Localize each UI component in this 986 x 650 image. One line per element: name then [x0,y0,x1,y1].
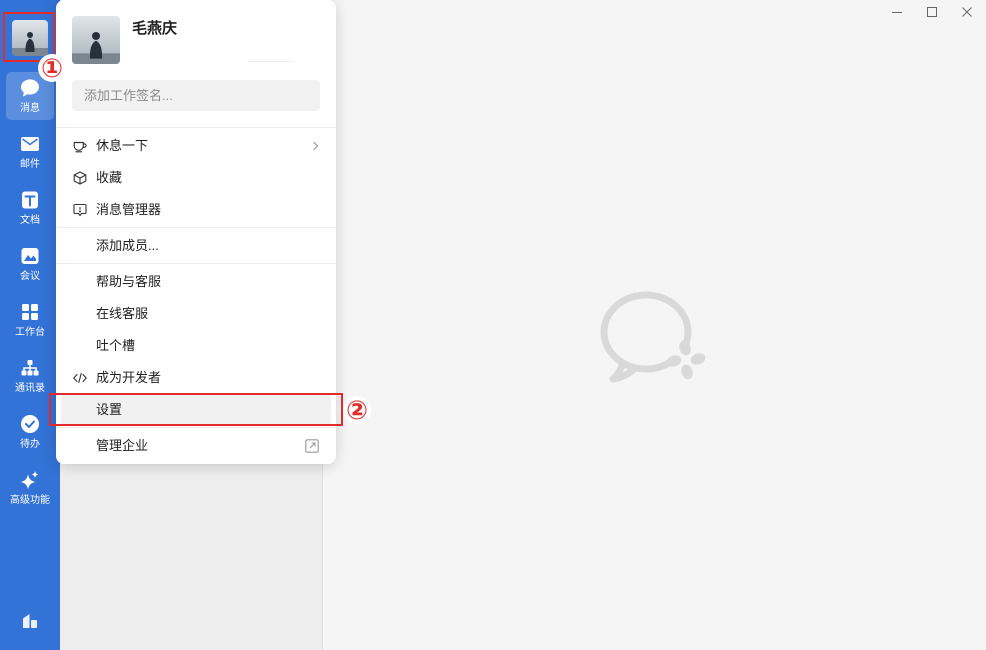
maximize-icon [927,7,937,17]
enterprise-icon[interactable] [20,610,40,630]
menu-item-message-manager[interactable]: 消息管理器 [61,194,331,226]
menu-item-feedback[interactable]: 吐个槽 [61,330,331,362]
menu-item-label: 设置 [96,402,123,417]
cube-icon [73,171,87,185]
sidebar-item-mail[interactable]: 邮件 [6,128,54,176]
sidebar-item-label: 消息 [20,103,40,114]
minimize-button[interactable] [882,0,912,24]
menu-item-label: 在线客服 [96,306,149,321]
menu-item-label: 吐个槽 [96,338,136,353]
profile-menu-list: 休息一下 收藏 消息管理器 添加成员... 帮助与客服 在线客服 吐个槽 成为开… [56,126,336,462]
menu-item-favorites[interactable]: 收藏 [61,162,331,194]
chevron-right-icon [312,141,319,151]
menu-item-label: 收藏 [96,170,123,185]
advanced-features-icon [20,470,40,490]
menu-item-label: 成为开发者 [96,370,162,385]
close-icon [962,7,972,17]
sidebar-item-docs[interactable]: 文档 [6,184,54,232]
sidebar-item-contacts[interactable]: 通讯录 [6,352,54,400]
sidebar-item-meetings[interactable]: 会议 [6,240,54,288]
app-window: 消息 邮件 文档 会议 工作台 通讯录 待办 高级功能 毛燕庆 添加工作签名..… [0,0,986,650]
profile-avatar[interactable] [72,16,120,64]
menu-divider [56,263,336,264]
sidebar-item-todo[interactable]: 待办 [6,408,54,456]
menu-item-online-service[interactable]: 在线客服 [61,298,331,330]
workbench-icon [20,302,40,322]
menu-item-label: 管理企业 [96,438,149,453]
sidebar-item-label: 工作台 [15,327,45,338]
message-manager-icon [73,203,87,217]
wecom-logo-icon [598,288,714,388]
todo-icon [20,414,40,434]
sidebar-item-label: 文档 [20,215,40,226]
header-decoration-line [248,61,294,62]
sidebar-item-label: 待办 [20,439,40,450]
menu-item-label: 帮助与客服 [96,274,162,289]
sidebar-avatar[interactable] [12,20,48,56]
menu-item-take-a-break[interactable]: 休息一下 [61,130,331,162]
coffee-cup-icon [73,139,87,153]
minimize-icon [892,7,902,17]
menu-divider [56,427,336,428]
sidebar-item-label: 通讯录 [15,383,45,394]
code-icon [73,371,87,385]
profile-name: 毛燕庆 [132,20,178,37]
menu-divider [56,127,336,128]
sidebar-item-label: 邮件 [20,159,40,170]
profile-menu: 毛燕庆 休息一下 [56,0,336,464]
mail-icon [20,134,40,154]
maximize-button[interactable] [917,0,947,24]
menu-item-label: 休息一下 [96,138,149,153]
work-signature-input[interactable] [72,80,320,111]
sidebar: 消息 邮件 文档 会议 工作台 通讯录 待办 高级功能 [0,0,60,650]
sidebar-item-label: 高级功能 [10,495,50,506]
menu-item-label: 添加成员... [96,238,159,253]
menu-item-manage-enterprise[interactable]: 管理企业 [61,430,331,462]
menu-divider [56,227,336,228]
sidebar-item-advanced[interactable]: 高级功能 [6,464,54,512]
menu-item-become-developer[interactable]: 成为开发者 [61,362,331,394]
annotation-badge-2: ② [343,396,371,424]
external-link-icon [305,439,319,453]
contacts-icon [20,358,40,378]
menu-item-label: 消息管理器 [96,202,162,217]
chat-area [323,0,986,650]
menu-item-help[interactable]: 帮助与客服 [61,266,331,298]
annotation-badge-1: ① [38,54,66,82]
message-icon [20,78,40,98]
meeting-icon [20,246,40,266]
sidebar-item-label: 会议 [20,271,40,282]
close-button[interactable] [952,0,982,24]
menu-item-settings[interactable]: 设置 [61,394,331,426]
document-icon [20,190,40,210]
sidebar-item-workbench[interactable]: 工作台 [6,296,54,344]
menu-item-add-member[interactable]: 添加成员... [61,230,331,262]
